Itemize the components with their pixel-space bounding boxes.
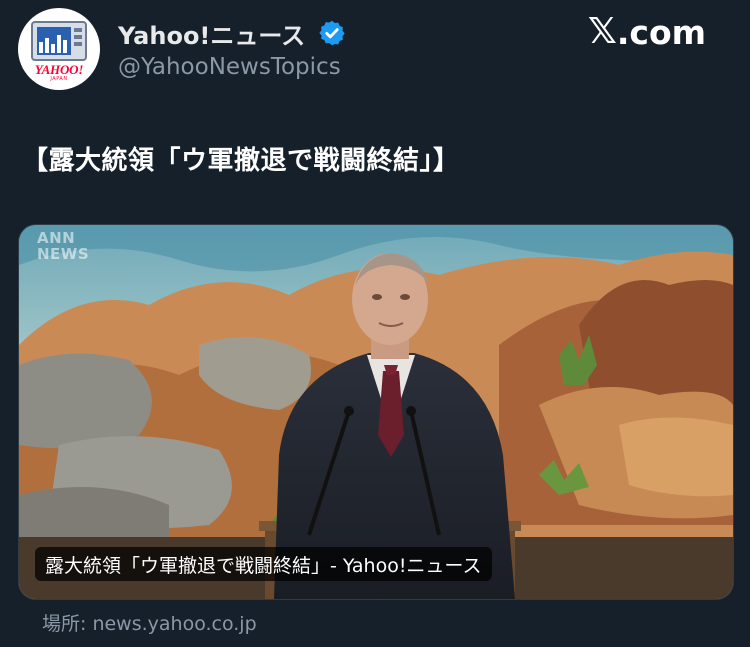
verified-badge-icon	[319, 20, 345, 46]
link-title-overlay: 露大統領「ウ軍撤退で戦闘終結」- Yahoo!ニュース	[35, 547, 492, 581]
link-preview-card[interactable]: ANN NEWS 露大統領「ウ軍撤退で戦闘終結」- Yahoo!ニュース	[18, 224, 734, 600]
link-source-domain[interactable]: 場所: news.yahoo.co.jp	[42, 609, 257, 636]
account-avatar[interactable]: YAHOO! JAPAN	[18, 8, 100, 90]
x-logo-icon: 𝕏	[587, 11, 617, 52]
post-text: 【露大統領「ウ軍撤退で戦闘終結」】	[22, 146, 460, 176]
ann-news-watermark: ANN NEWS	[37, 230, 90, 263]
account-handle[interactable]: @YahooNewsTopics	[118, 54, 341, 80]
x-com-logo: 𝕏 .com	[588, 14, 706, 50]
account-display-name[interactable]: Yahoo!ニュース	[118, 16, 305, 51]
news-photo	[19, 225, 733, 599]
watermark-line-2: NEWS	[37, 244, 90, 263]
yahoo-logo-sub: JAPAN	[50, 76, 68, 82]
brand-domain: .com	[616, 12, 706, 52]
